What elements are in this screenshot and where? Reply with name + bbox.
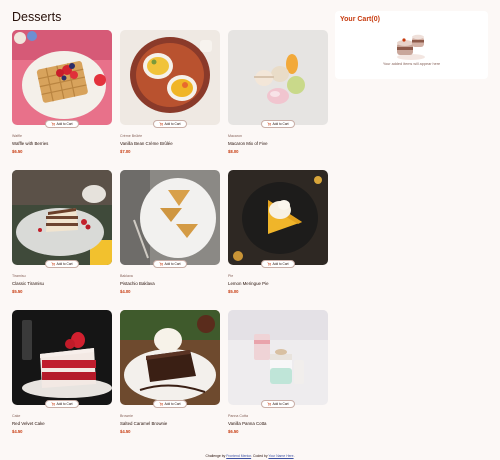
add-to-cart-label: Add to Cart <box>164 262 181 266</box>
cart-title: Your Cart(0) <box>340 16 380 23</box>
product-card: Add to Cart Waffle Waffle with Berries $… <box>12 30 112 160</box>
product-card: Add to Cart Cake Red Velvet Cake $4.50 <box>12 310 112 440</box>
add-to-cart-icon <box>267 122 272 126</box>
add-to-cart-label: Add to Cart <box>56 262 73 266</box>
add-to-cart-icon <box>159 262 164 266</box>
add-to-cart-button[interactable]: Add to Cart <box>153 120 187 128</box>
add-to-cart-label: Add to Cart <box>272 262 289 266</box>
footer-prefix: Challenge by <box>205 454 226 458</box>
cart-panel: Your Cart(0) Your added items will appea… <box>335 11 488 79</box>
product-image-waffle <box>12 30 112 125</box>
product-price: $4.50 <box>120 429 131 434</box>
product-card: Add to Cart Panna Cotta Vanilla Panna Co… <box>228 310 328 440</box>
product-card: Add to Cart Crème Brûlée Vanilla Bean Cr… <box>120 30 220 160</box>
add-to-cart-icon <box>159 402 164 406</box>
add-to-cart-icon <box>51 402 56 406</box>
product-name: Lemon Meringue Pie <box>228 281 269 286</box>
product-name: Macaron Mix of Five <box>228 141 268 146</box>
product-image-red-velvet <box>12 310 112 405</box>
product-category: Waffle <box>12 134 22 138</box>
product-name: Vanilla Bean Crème Brûlée <box>120 141 173 146</box>
add-to-cart-label: Add to Cart <box>164 402 181 406</box>
cart-empty-message: Your added items will appear here <box>382 62 441 66</box>
product-category: Tiramisu <box>12 274 26 278</box>
product-price: $6.50 <box>228 429 239 434</box>
product-name: Vanilla Panna Cotta <box>228 421 267 426</box>
product-category: Macaron <box>228 134 242 138</box>
product-category: Crème Brûlée <box>120 134 143 138</box>
author-link[interactable]: Your Name Here <box>268 454 293 458</box>
product-category: Brownie <box>120 414 133 418</box>
product-image-lemon-pie <box>228 170 328 265</box>
product-name: Salted Caramel Brownie <box>120 421 168 426</box>
product-price: $4.50 <box>12 429 23 434</box>
product-image-panna-cotta <box>228 310 328 405</box>
product-image-creme-brulee <box>120 30 220 125</box>
frontend-mentor-link[interactable]: Frontend Mentor <box>226 454 251 458</box>
add-to-cart-label: Add to Cart <box>272 122 289 126</box>
product-image-baklava <box>120 170 220 265</box>
product-name: Pistachio Baklava <box>120 281 155 286</box>
product-category: Pie <box>228 274 234 278</box>
add-to-cart-label: Add to Cart <box>272 402 289 406</box>
product-price: $7.00 <box>120 149 131 154</box>
add-to-cart-button[interactable]: Add to Cart <box>45 260 79 268</box>
attribution-footer: Challenge by Frontend Mentor. Coded by Y… <box>0 454 500 458</box>
product-price: $4.00 <box>120 289 131 294</box>
product-name: Classic Tiramisu <box>12 281 44 286</box>
add-to-cart-icon <box>267 402 272 406</box>
product-card: Add to Cart Baklava Pistachio Baklava $4… <box>120 170 220 300</box>
add-to-cart-icon <box>159 122 164 126</box>
product-category: Cake <box>12 414 21 418</box>
product-card: Add to Cart Macaron Macaron Mix of Five … <box>228 30 328 160</box>
add-to-cart-button[interactable]: Add to Cart <box>153 400 187 408</box>
add-to-cart-button[interactable]: Add to Cart <box>153 260 187 268</box>
product-card: Add to Cart Pie Lemon Meringue Pie $5.00 <box>228 170 328 300</box>
product-price: $5.00 <box>228 289 239 294</box>
product-name: Red Velvet Cake <box>12 421 45 426</box>
footer-suffix: . <box>293 454 295 458</box>
add-to-cart-button[interactable]: Add to Cart <box>261 120 295 128</box>
product-category: Panna Cotta <box>228 414 248 418</box>
add-to-cart-button[interactable]: Add to Cart <box>261 400 295 408</box>
empty-cart-illustration <box>397 34 425 60</box>
product-card: Add to Cart Brownie Salted Caramel Brown… <box>120 310 220 440</box>
product-name: Waffle with Berries <box>12 141 49 146</box>
footer-middle: . Coded by <box>251 454 268 458</box>
add-to-cart-label: Add to Cart <box>56 122 73 126</box>
product-price: $8.00 <box>228 149 239 154</box>
add-to-cart-icon <box>51 262 56 266</box>
product-image-tiramisu <box>12 170 112 265</box>
product-price: $6.50 <box>12 149 23 154</box>
page-title: Desserts <box>12 10 62 24</box>
product-price: $5.50 <box>12 289 23 294</box>
add-to-cart-label: Add to Cart <box>56 402 73 406</box>
product-image-brownie <box>120 310 220 405</box>
add-to-cart-icon <box>51 122 56 126</box>
add-to-cart-button[interactable]: Add to Cart <box>45 120 79 128</box>
add-to-cart-button[interactable]: Add to Cart <box>261 260 295 268</box>
add-to-cart-icon <box>267 262 272 266</box>
product-category: Baklava <box>120 274 133 278</box>
add-to-cart-label: Add to Cart <box>164 122 181 126</box>
product-image-macaron <box>228 30 328 125</box>
product-card: Add to Cart Tiramisu Classic Tiramisu $5… <box>12 170 112 300</box>
product-grid: Add to Cart Waffle Waffle with Berries $… <box>12 30 328 440</box>
add-to-cart-button[interactable]: Add to Cart <box>45 400 79 408</box>
